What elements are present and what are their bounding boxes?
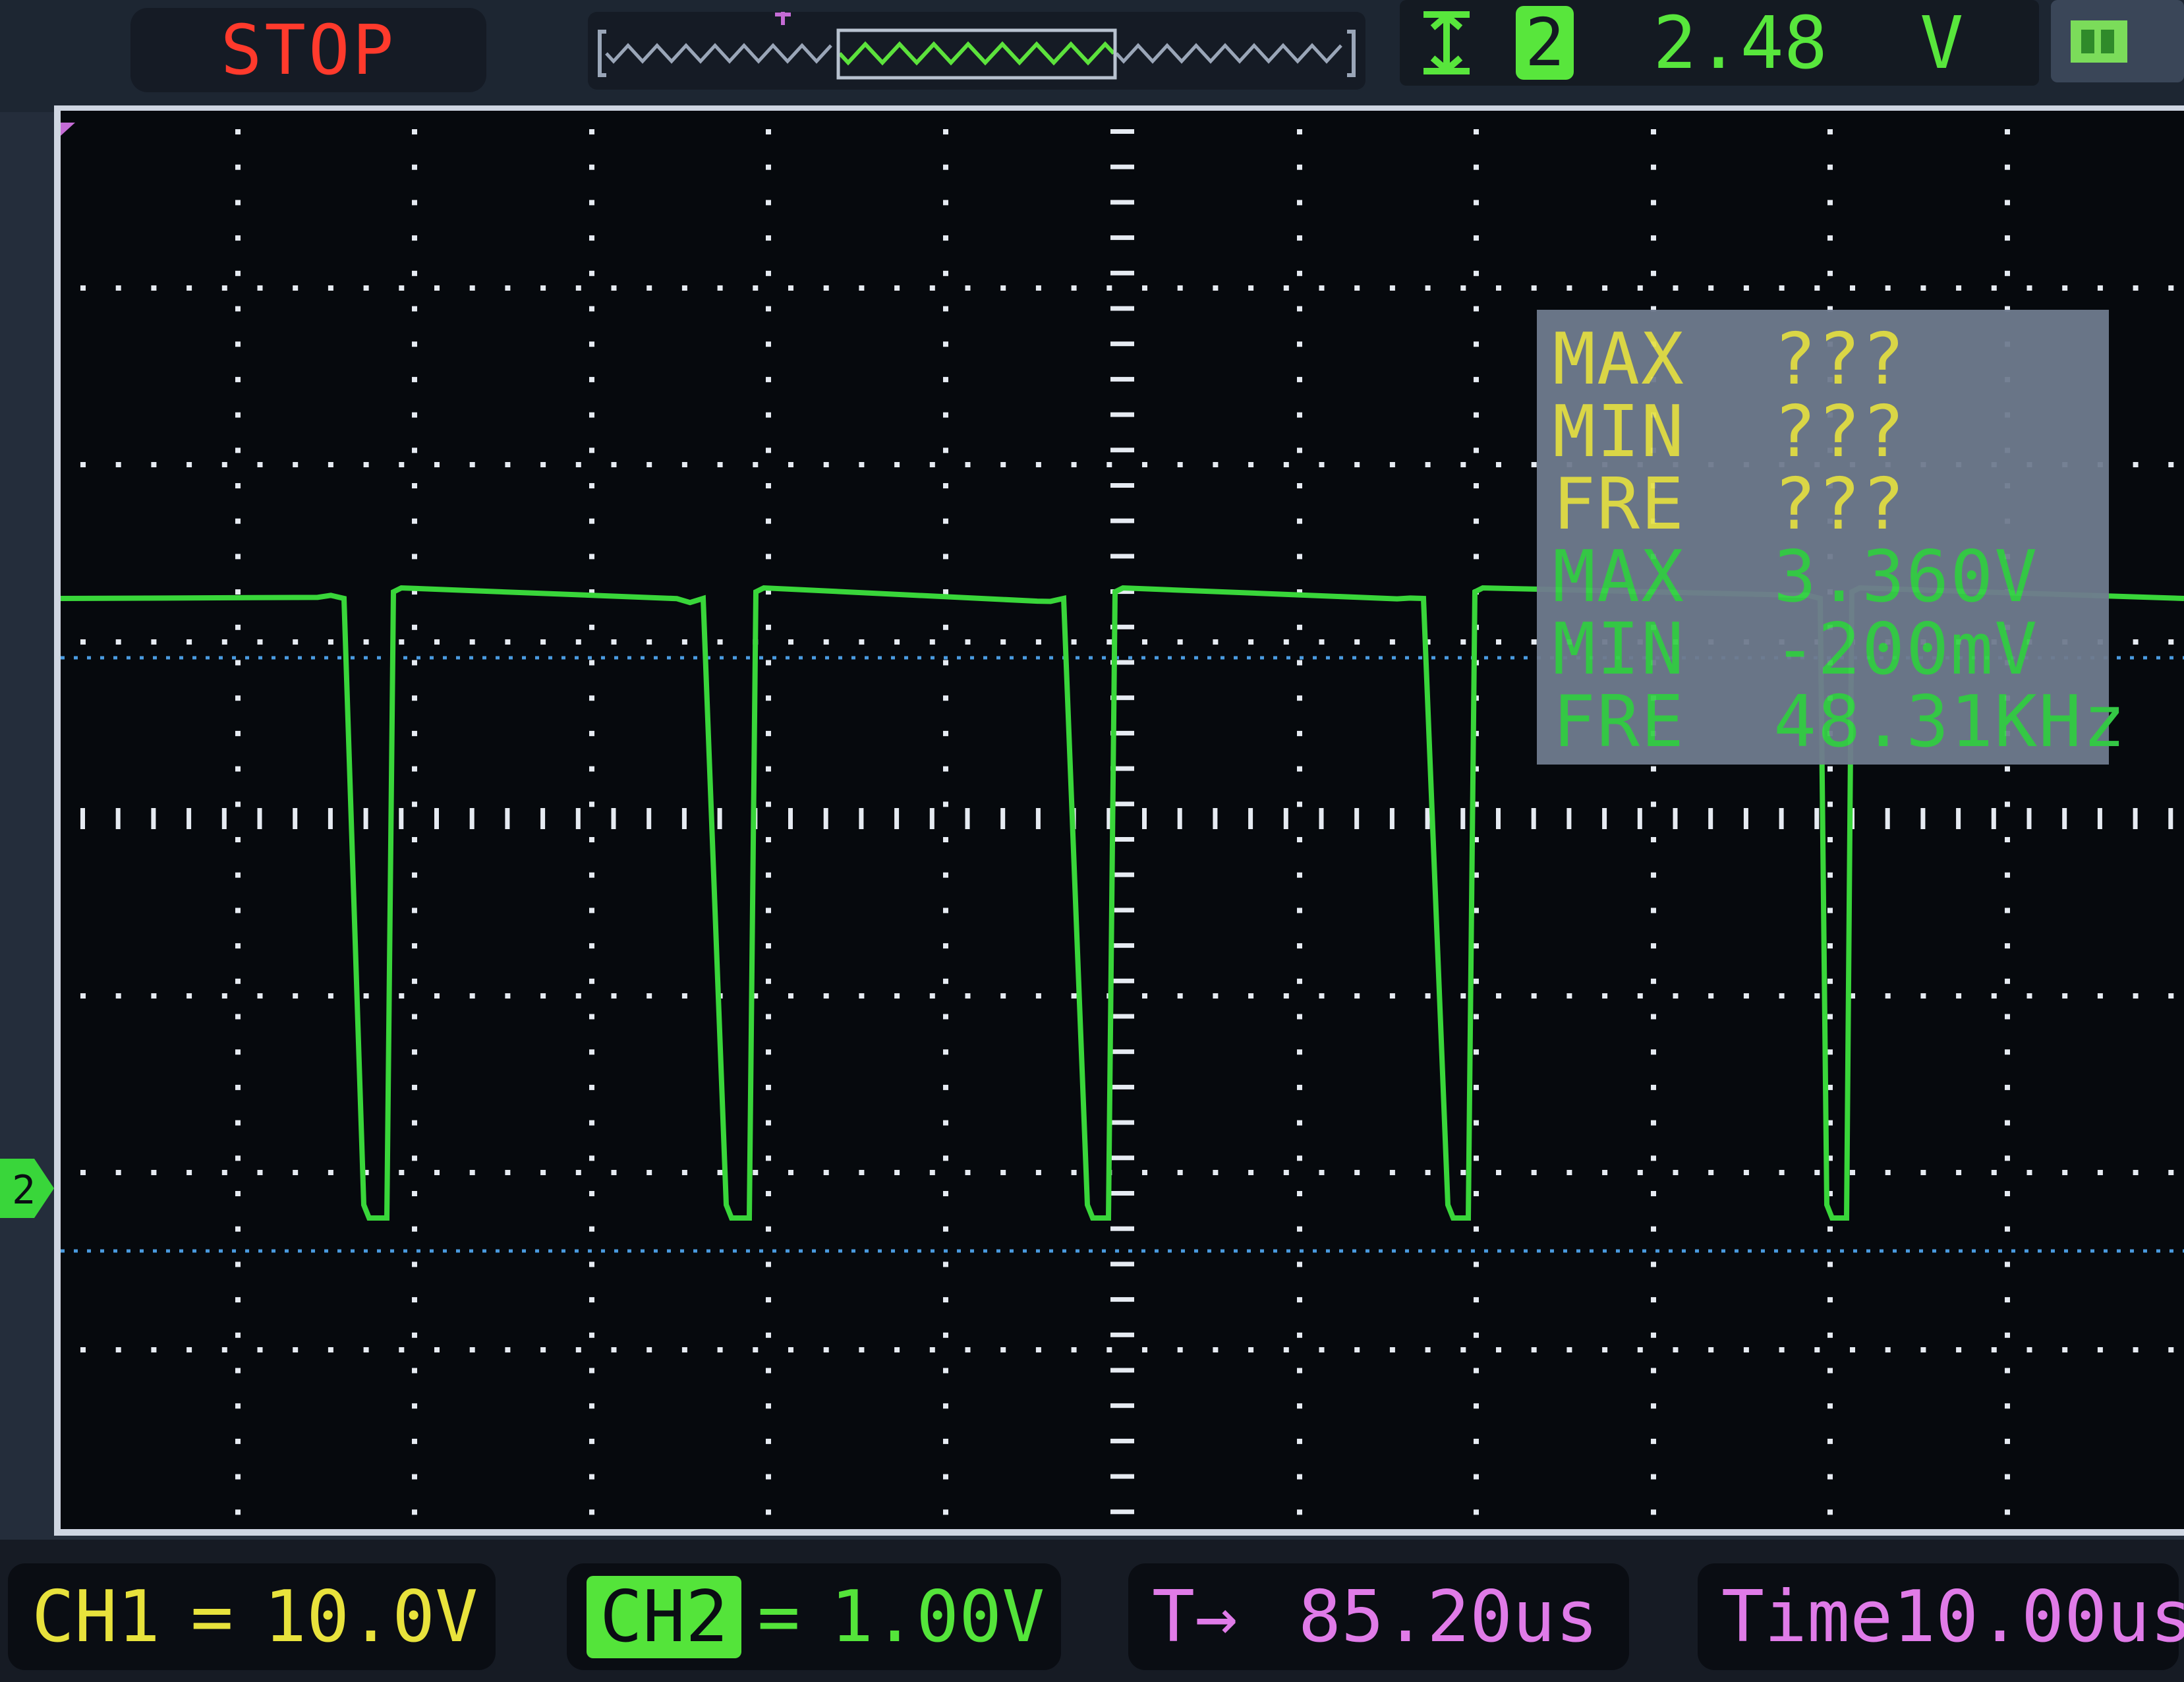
ch2-scale-value: 1.00V (830, 1576, 1045, 1658)
waveform-display[interactable]: MAX ??? MIN ??? FRE ??? MAX 3.360V MIN -… (54, 105, 2184, 1536)
ch1-fre-label: FRE (1553, 463, 1685, 546)
ch1-max-row: MAX ??? (1553, 324, 1906, 395)
ch2-ground-marker-icon[interactable]: 2 (0, 1152, 57, 1225)
ch2-min-value: -200mV (1773, 608, 2038, 691)
ch2-scale-control[interactable]: CH2 = 1.00V (567, 1563, 1061, 1670)
waveform-memory-preview[interactable] (588, 12, 1365, 90)
measurement-panel: MAX ??? MIN ??? FRE ??? MAX 3.360V MIN -… (1537, 310, 2109, 765)
trigger-level-value: 2.48 (1653, 1, 1827, 85)
trigger-position-label: T→ (1152, 1576, 1238, 1658)
ch2-fre-value: 48.31KHz (1773, 681, 2127, 763)
ch1-min-value: ??? (1773, 391, 1906, 473)
trigger-channel-badge: 2 (1516, 6, 1574, 80)
status-bar: STOP 2 2.48 V (0, 0, 2184, 112)
trigger-channel-number: 2 (1525, 4, 1565, 81)
ch2-fre-row: FRE 48.31KHz (1553, 687, 2127, 758)
trigger-settings[interactable]: 2 2.48 V (1400, 0, 2039, 86)
ch1-scale-value: 10.0V (264, 1576, 478, 1658)
ch1-min-label: MIN (1553, 391, 1685, 473)
memory-preview-graphic (588, 12, 1365, 90)
ch1-scale-control[interactable]: CH1 = 10.0V (8, 1563, 496, 1670)
ch1-coupling-icon: = (190, 1576, 233, 1658)
timebase-control[interactable]: Time 10.00us (1698, 1563, 2179, 1670)
trigger-position-control[interactable]: T→ 85.20us (1128, 1563, 1629, 1670)
svg-text:2: 2 (12, 1167, 36, 1213)
ch2-label: CH2 (587, 1576, 741, 1658)
ch1-max-value: ??? (1773, 318, 1906, 401)
ch1-fre-value: ??? (1773, 463, 1906, 546)
run-state-label: STOP (221, 10, 396, 90)
battery-icon (2068, 15, 2134, 68)
trigger-level-unit: V (1920, 1, 1963, 85)
ch1-max-label: MAX (1553, 318, 1685, 401)
ch2-coupling-icon: = (757, 1576, 800, 1658)
ch2-max-label: MAX (1553, 536, 1685, 618)
battery-indicator (2051, 0, 2184, 82)
ch1-min-row: MIN ??? (1553, 397, 1906, 468)
ch1-label: CH1 (32, 1576, 160, 1658)
ch2-fre-label: FRE (1553, 681, 1685, 763)
channel-status-bar: CH1 = 10.0V CH2 = 1.00V T→ 85.20us Time … (0, 1540, 2184, 1682)
trigger-position-value: 85.20us (1298, 1576, 1598, 1658)
ch2-min-label: MIN (1553, 608, 1685, 691)
ch2-min-row: MIN -200mV (1553, 614, 2038, 685)
ch2-max-value: 3.360V (1773, 536, 2038, 618)
ch1-fre-row: FRE ??? (1553, 469, 1906, 540)
ch2-max-row: MAX 3.360V (1553, 542, 2038, 613)
timebase-value: 10.00us (1893, 1576, 2184, 1658)
run-stop-indicator[interactable]: STOP (130, 8, 486, 92)
corner-marker (61, 123, 75, 136)
timebase-label: Time (1721, 1576, 1893, 1658)
trigger-arrows-icon (1417, 7, 1476, 79)
